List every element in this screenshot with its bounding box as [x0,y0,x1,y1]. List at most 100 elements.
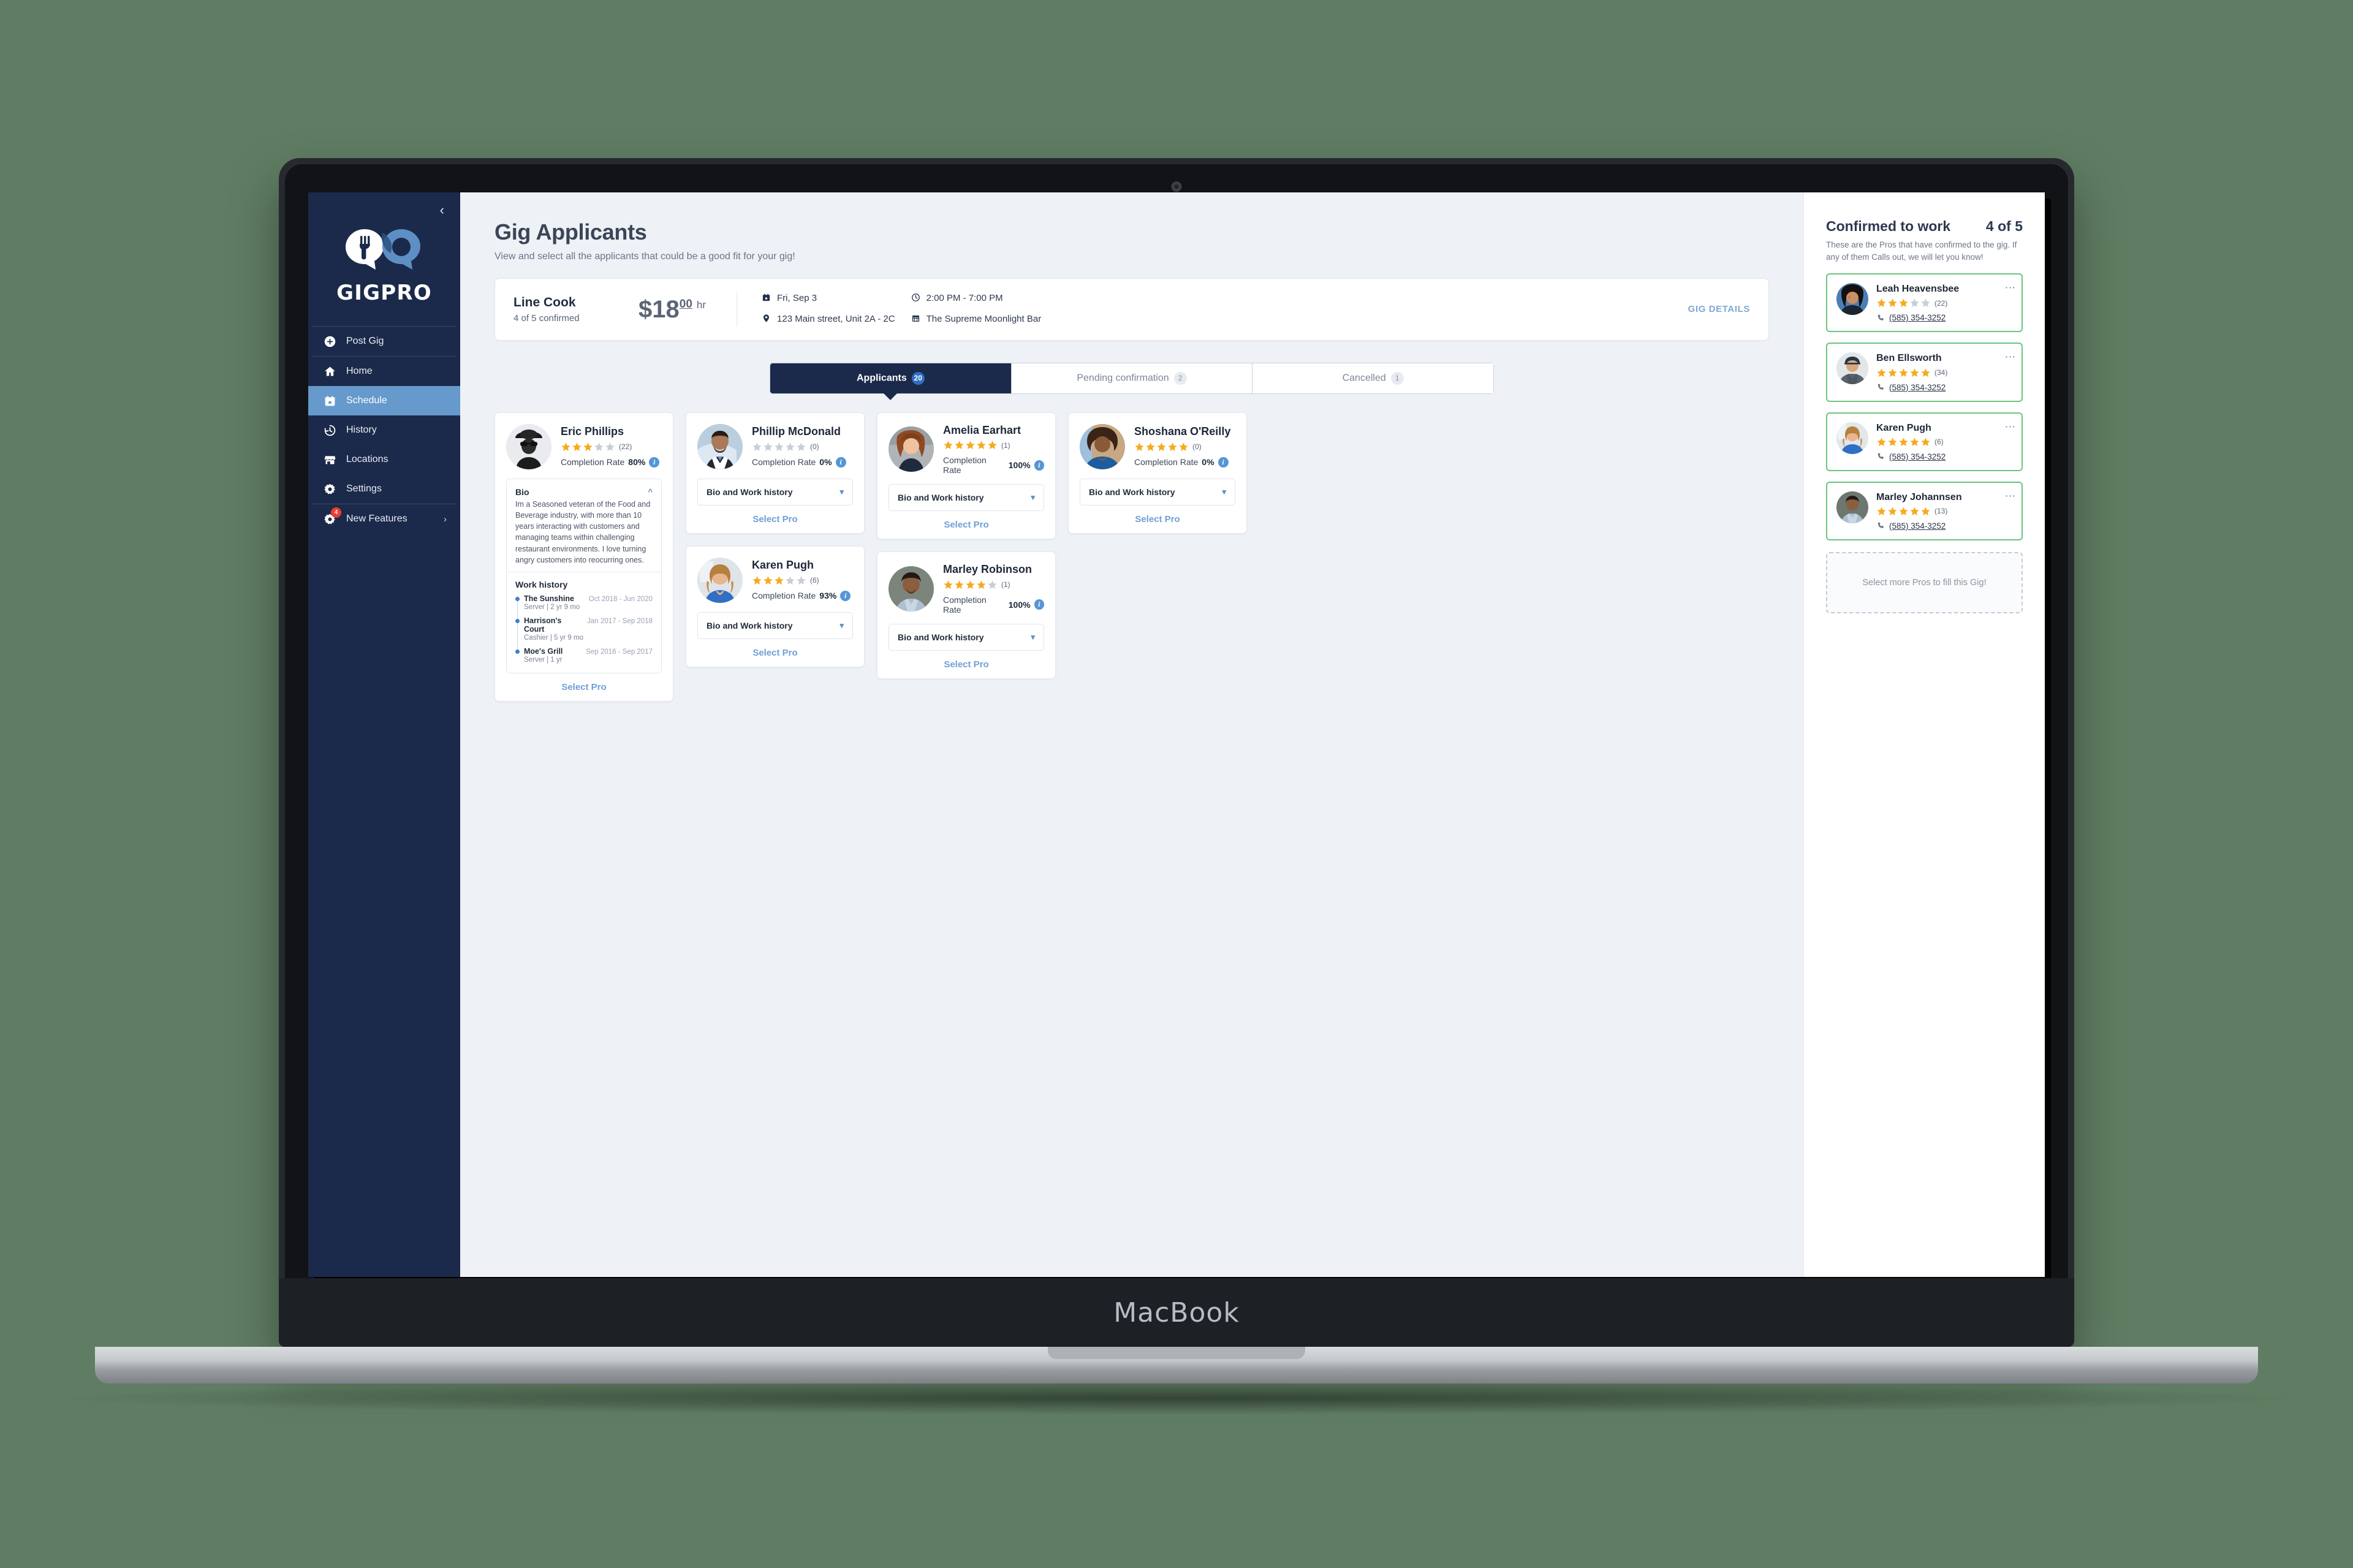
gig-details-link[interactable]: GIG DETAILS [1664,304,1750,314]
applicants-grid: Eric Phillips (22) Completion Rate 80% i… [494,412,1254,702]
star-icon [1877,507,1886,515]
review-count: (13) [1934,507,1948,516]
confirmed-pro-meta: Leah Heavensbee (22) (585) 354-3252 [1876,283,2012,322]
applicant-name: Phillip McDonald [752,425,841,438]
confirmed-pro-phone[interactable]: (585) 354-3252 [1876,313,2012,322]
select-pro-button[interactable]: Select Pro [889,511,1044,530]
info-icon[interactable]: i [649,456,660,468]
sidebar-item-locations[interactable]: Locations [308,445,460,474]
applicants-column-3: Amelia Earhart (1) Completion Rate 100% … [877,412,1056,679]
sidebar-item-history[interactable]: History [308,415,460,445]
info-icon[interactable]: i [835,456,846,468]
completion-label: Completion Rate [752,591,816,601]
tab-pending-confirmation[interactable]: Pending confirmation 2 [1011,363,1253,393]
gig-date-line: Fri, Sep 3 [762,292,895,306]
confirmed-subtitle: These are the Pros that have confirmed t… [1826,240,2017,262]
confirmed-pro-card[interactable]: Leah Heavensbee (22) (585) 354-3252 ⋮ [1826,273,2023,333]
applicant-card[interactable]: Eric Phillips (22) Completion Rate 80% i… [494,412,673,702]
more-options-icon[interactable]: ⋮ [2004,282,2016,293]
calendar-icon [762,293,771,306]
tab-cancelled[interactable]: Cancelled 1 [1252,363,1494,393]
sidebar-collapse-icon[interactable]: ‹ [440,203,444,217]
bio-title-row[interactable]: Bio ^ [515,487,653,497]
accordion-label: Bio and Work history [898,632,984,642]
confirmed-pro-phone[interactable]: (585) 354-3252 [1876,383,2012,392]
accordion-toggle[interactable]: Bio and Work history ▾ [889,624,1044,650]
rating-stars: (0) [752,442,853,452]
avatar [1836,491,1868,523]
sidebar-item-post-gig[interactable]: Post Gig [308,327,460,356]
tab-applicants[interactable]: Applicants 20 [770,363,1012,393]
select-pro-button[interactable]: Select Pro [697,639,853,658]
work-role: Cashier | 5 yr 9 mo [524,634,583,642]
bio-work-accordion[interactable]: Bio and Work history ▾ [697,478,853,506]
applicant-card[interactable]: Phillip McDonald (0) Completion Rate 0% … [686,412,865,534]
more-options-icon[interactable]: ⋮ [2004,491,2016,501]
applicant-meta: Amelia Earhart (1) Completion Rate 100% … [943,424,1044,475]
more-options-icon[interactable]: ⋮ [2004,422,2016,432]
accordion-toggle[interactable]: Bio and Work history ▾ [1080,479,1235,505]
bio-work-accordion[interactable]: Bio and Work history ▾ [889,484,1044,512]
star-icon [1899,507,1908,515]
star-icon [1899,437,1908,446]
completion-label: Completion Rate [943,594,987,615]
store-icon [911,314,921,327]
phone-icon [1877,314,1884,320]
star-icon [605,442,615,451]
applicant-card[interactable]: Karen Pugh (6) Completion Rate 93% i Bio… [686,545,865,667]
review-count: (6) [1934,437,1944,447]
star-icon [1179,442,1188,451]
sidebar-item-new-features[interactable]: 4 New Features › [308,504,460,534]
work-history-title: Work history [515,580,568,590]
chevron-up-icon[interactable]: ^ [648,487,653,496]
gig-when-where: Fri, Sep 3 123 Main street, Unit 2A - 2C [762,292,895,327]
sidebar-item-label: Locations [346,454,388,464]
select-pro-button[interactable]: Select Pro [697,506,853,525]
select-pro-button[interactable]: Select Pro [889,651,1044,670]
confirmed-pro-card[interactable]: Karen Pugh (6) (585) 354-3252 ⋮ [1826,412,2023,471]
confirmed-pro-phone[interactable]: (585) 354-3252 [1876,521,2012,531]
star-icon [1888,507,1897,515]
info-icon[interactable]: i [1218,456,1229,468]
star-icon [594,442,604,451]
applicant-card[interactable]: Marley Robinson (1) Completion Rate 100%… [877,551,1056,679]
info-icon[interactable]: i [840,590,851,601]
select-more-pros-placeholder[interactable]: Select more Pros to fill this Gig! [1826,551,2023,613]
more-options-icon[interactable]: ⋮ [2004,352,2016,362]
accordion-toggle[interactable]: Bio and Work history ▾ [889,485,1044,510]
work-history-item: The Sunshine Oct 2018 - Jun 2020 Server … [515,594,653,611]
applicant-name: Amelia Earhart [943,423,1021,436]
star-icon [1877,298,1886,308]
rating-stars: (1) [943,580,1044,590]
main-content: Gig Applicants View and select all the a… [460,192,1803,1277]
bio-work-accordion[interactable]: Bio and Work history ▾ [889,623,1044,651]
confirmed-pro-card[interactable]: Marley Johannsen (13) (585) 354-3252 ⋮ [1826,481,2023,540]
star-icon [1877,437,1886,446]
accordion-toggle[interactable]: Bio and Work history ▾ [698,613,852,638]
gig-venue: The Supreme Moonlight Bar [926,313,1042,324]
bio-work-accordion[interactable]: Bio and Work history ▾ [697,612,853,639]
sidebar-item-home[interactable]: Home [308,357,460,386]
accordion-toggle[interactable]: Bio and Work history ▾ [698,479,852,505]
applicant-card[interactable]: Amelia Earhart (1) Completion Rate 100% … [877,412,1056,540]
info-icon[interactable]: i [1034,460,1044,471]
applicants-column-1: Eric Phillips (22) Completion Rate 80% i… [494,412,673,702]
confirmed-pro-name: Leah Heavensbee [1876,284,1960,295]
work-place: Moe's Grill [524,647,563,656]
sidebar-item-settings[interactable]: Settings [308,474,460,504]
applicant-card[interactable]: Shoshana O'Reilly (0) Completion Rate 0%… [1068,412,1247,534]
applicant-header: Shoshana O'Reilly (0) Completion Rate 0%… [1080,423,1235,469]
sidebar-item-schedule[interactable]: Schedule [308,386,460,415]
select-pro-button[interactable]: Select Pro [506,673,662,692]
info-icon[interactable]: i [1034,599,1044,610]
bio-text: Im a Seasoned veteran of the Food and Be… [515,499,651,564]
star-icon [1168,442,1177,451]
select-pro-button[interactable]: Select Pro [1080,506,1235,525]
gig-time-line: 2:00 PM - 7:00 PM [911,292,1042,306]
confirmed-pro-phone[interactable]: (585) 354-3252 [1876,452,2012,461]
star-icon [1910,507,1919,515]
star-icon [1135,442,1144,451]
bio-work-accordion[interactable]: Bio and Work history ▾ [1080,478,1235,506]
confirmed-pro-card[interactable]: Ben Ellsworth (34) (585) 354-3252 ⋮ [1826,343,2023,402]
applicant-meta: Eric Phillips (22) Completion Rate 80% i [561,425,662,468]
